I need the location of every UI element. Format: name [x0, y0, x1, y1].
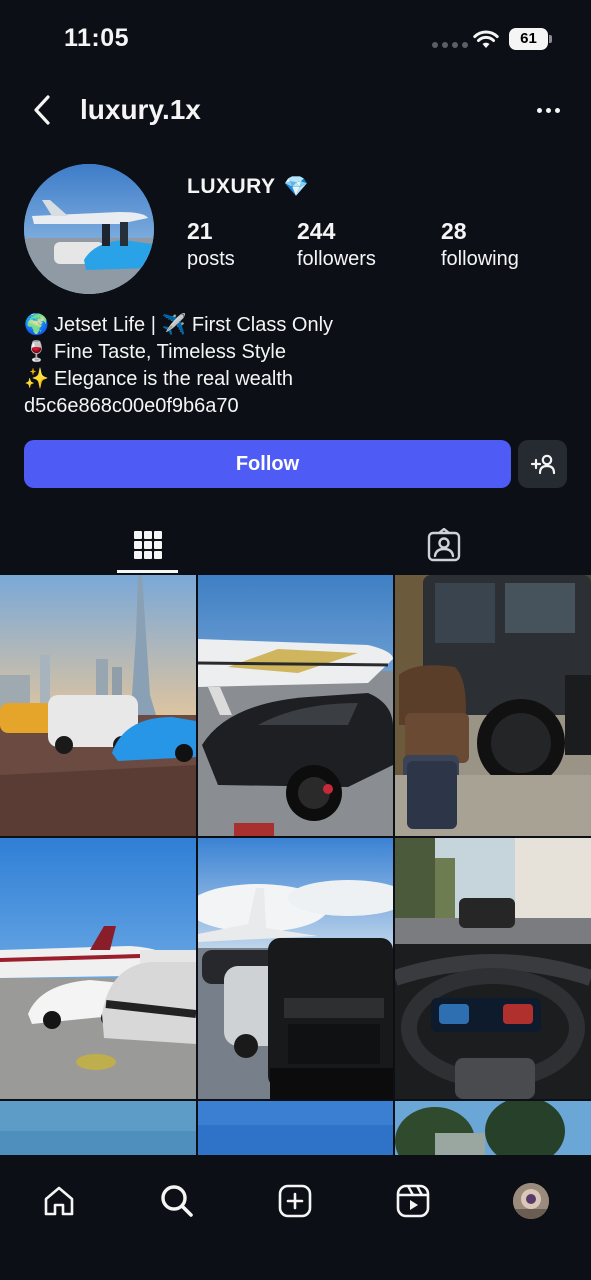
more-options-button[interactable]: [526, 92, 570, 128]
bottom-navigation: [0, 1155, 591, 1280]
follow-button[interactable]: Follow: [24, 440, 511, 488]
profile-bio: 🌍 Jetset Life | ✈️ First Class Only 🍷 Fine…: [24, 312, 564, 420]
grid-post[interactable]: [0, 838, 196, 1099]
diamond-emoji: 💎: [283, 176, 309, 198]
following-stat[interactable]: 28 following: [441, 218, 519, 271]
grid-post[interactable]: [395, 1101, 591, 1155]
following-count: 28: [441, 218, 467, 244]
wifi-icon: [473, 30, 499, 48]
grid-post[interactable]: [0, 1101, 196, 1155]
grid-post[interactable]: [0, 575, 196, 836]
nav-profile[interactable]: [501, 1171, 561, 1231]
chevron-left-icon: [34, 95, 50, 125]
grid-icon: [133, 530, 162, 559]
posts-label: posts: [187, 248, 235, 270]
globe-emoji: 🌍: [24, 314, 49, 336]
profile-avatar[interactable]: [24, 164, 154, 294]
nav-search[interactable]: [147, 1171, 207, 1231]
bio-line: ✨ Elegance is the real wealth: [24, 366, 564, 393]
posts-grid: [0, 575, 591, 1155]
followers-count: 244: [297, 218, 336, 244]
home-icon: [44, 1186, 74, 1216]
bio-line: 🌍 Jetset Life | ✈️ First Class Only: [24, 312, 564, 339]
grid-post[interactable]: [395, 575, 591, 836]
profile-tabs: [0, 516, 591, 573]
bio-text: Jetset Life | ✈️ First Class Only: [54, 314, 334, 336]
active-tab-indicator: [117, 570, 178, 573]
bio-text: Fine Taste, Timeless Style: [54, 341, 286, 363]
post-image: [198, 575, 393, 836]
post-image: [198, 1101, 393, 1155]
back-button[interactable]: [24, 90, 60, 130]
more-dot-icon: [545, 107, 551, 113]
bio-line: 🍷 Fine Taste, Timeless Style: [24, 339, 564, 366]
posts-count: 21: [187, 218, 213, 244]
following-label: following: [441, 248, 519, 270]
suggested-people-button[interactable]: [518, 440, 567, 488]
nav-home[interactable]: [29, 1171, 89, 1231]
grid-post[interactable]: [198, 1101, 393, 1155]
post-image: [395, 1101, 591, 1155]
search-icon: [161, 1185, 193, 1217]
profile-username: luxury.1x: [80, 94, 201, 125]
grid-post[interactable]: [198, 575, 393, 836]
bio-text: Elegance is the real wealth: [54, 368, 294, 390]
status-bar: 11:05 61: [0, 0, 591, 80]
battery-indicator: 61: [509, 28, 552, 50]
posts-stat: 21 posts: [187, 218, 235, 271]
followers-label: followers: [297, 248, 376, 270]
post-image: [395, 575, 591, 836]
avatar-image: [24, 164, 154, 294]
tab-tagged[interactable]: [413, 516, 474, 573]
tab-posts-grid[interactable]: [117, 516, 178, 573]
more-dot-icon: [554, 107, 560, 113]
post-image: [395, 838, 591, 1099]
grid-post[interactable]: [395, 838, 591, 1099]
wine-glass-emoji: 🍷: [24, 341, 49, 363]
post-image: [0, 1101, 196, 1155]
display-name-row: LUXURY 💎: [187, 174, 308, 199]
status-time: 11:05: [64, 24, 130, 52]
profile-header: luxury.1x: [0, 88, 591, 132]
grid-post[interactable]: [198, 838, 393, 1099]
sparkles-emoji: ✨: [24, 368, 49, 390]
tagged-icon: [427, 527, 460, 561]
post-image: [0, 575, 196, 836]
create-icon: [278, 1184, 312, 1218]
signal-icon: [432, 42, 468, 48]
post-image: [198, 838, 393, 1099]
more-dot-icon: [536, 107, 542, 113]
followers-stat[interactable]: 244 followers: [297, 218, 376, 271]
profile-screen: 11:05 61 luxury.1x LUXURY 💎 21 posts 244…: [0, 0, 591, 1280]
battery-level: 61: [509, 28, 548, 50]
post-image: [0, 838, 196, 1099]
display-name: LUXURY: [187, 174, 276, 198]
bio-id: d5c6e868c00e0f9b6a70: [24, 395, 239, 417]
reels-icon: [396, 1184, 430, 1218]
nav-reels[interactable]: [383, 1171, 443, 1231]
nav-create[interactable]: [265, 1171, 325, 1231]
profile-avatar-icon: [513, 1183, 549, 1219]
add-person-icon: [530, 454, 555, 475]
